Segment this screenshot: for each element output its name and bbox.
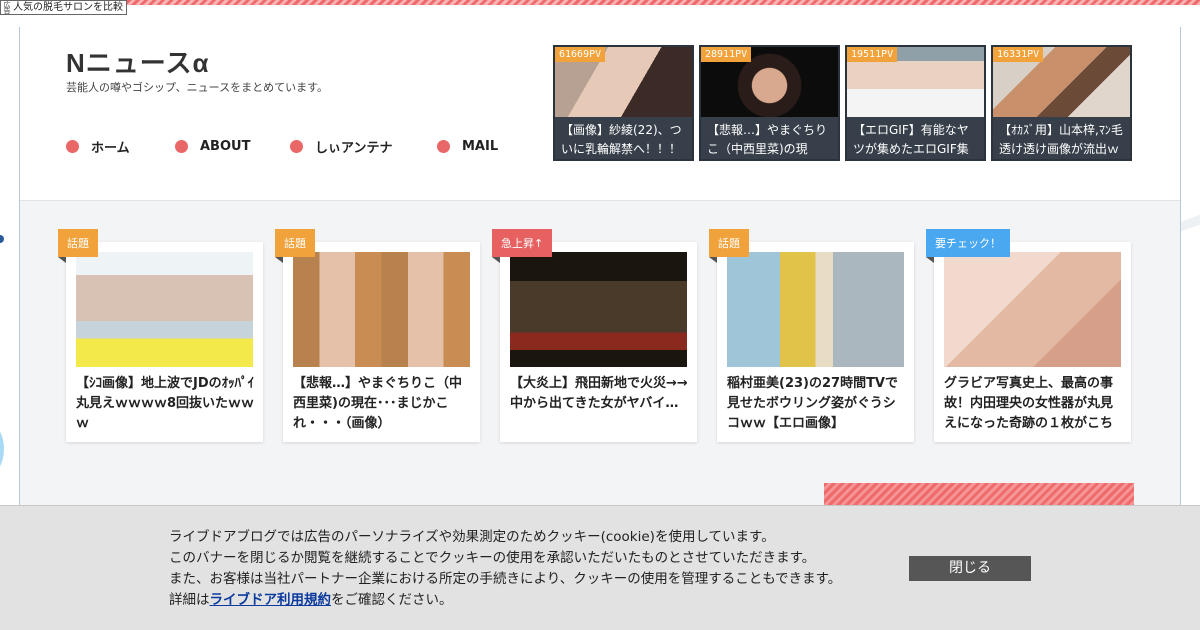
bullet-icon <box>66 140 79 153</box>
cookie-detail-prefix: 詳細は <box>169 592 210 608</box>
site-header: Nニュースα 芸能人の噂やゴシップ、ニュースをまとめています。 ホーム ABOU… <box>20 5 1180 201</box>
article-card[interactable]: 話題 【ｼｺ画像】地上波でJDのｵｯﾊﾟｲ丸見えｗｗｗｗ8回抜いたｗｗｗ <box>58 229 263 442</box>
site-title[interactable]: Nニュースα <box>66 43 209 80</box>
main-container: Nニュースα 芸能人の噂やゴシップ、ニュースをまとめています。 ホーム ABOU… <box>20 5 1180 508</box>
bullet-icon <box>437 140 450 153</box>
article-card[interactable]: 話題 稲村亜美(23)の27時間TVで見せたボウリング姿がぐうシコｗｗ【エロ画像… <box>709 229 914 442</box>
article-card[interactable]: 話題 【悲報…】やまぐちりこ（中西里菜)の現在･･･まじかこれ・・・（画像） <box>275 229 480 442</box>
article-tag: 話題 <box>709 229 749 263</box>
side-dot <box>0 235 4 243</box>
article-tag: 話題 <box>58 229 98 263</box>
bullet-icon <box>290 140 303 153</box>
left-side-ad <box>0 27 20 507</box>
popular-article-title: 【悲報…】やまぐちりこ（中西里菜)の現 <box>707 123 828 156</box>
article-thumbnail <box>944 252 1121 367</box>
article-thumbnail <box>510 252 687 367</box>
cookie-message: ライブドアブログでは広告のパーソナライズや効果測定のためクッキー(cookie)… <box>169 527 841 611</box>
cookie-banner: ライブドアブログでは広告のパーソナライズや効果測定のためクッキー(cookie)… <box>0 505 1200 630</box>
ad-banner-text: 人気の脱毛サロンを比較 <box>13 2 123 13</box>
popular-article-card[interactable]: 28911PV 【悲報…】やまぐちりこ（中西里菜)の現 <box>699 45 840 161</box>
pv-count-badge: 16331PV <box>993 47 1044 62</box>
article-title: 【ｼｺ画像】地上波でJDのｵｯﾊﾟｲ丸見えｗｗｗｗ8回抜いたｗｗｗ <box>76 376 255 431</box>
article-title: グラビア写真史上、最高の事故！内田理央の女性器が丸見えになった奇跡の１枚がこち <box>944 376 1114 431</box>
article-title: 【悲報…】やまぐちりこ（中西里菜)の現在･･･まじかこれ・・・（画像） <box>293 376 463 431</box>
cookie-line: ライブドアブログでは広告のパーソナライズや効果測定のためクッキー(cookie)… <box>169 529 775 545</box>
nav-label: ホーム <box>91 141 130 156</box>
article-tag: 要チェック！ <box>926 229 1010 263</box>
side-bubble <box>0 422 4 476</box>
popular-articles: 61669PV 【画像】紗綾(22)、ついに乳輪解禁へ！！！う 28911PV … <box>553 45 1132 161</box>
cookie-close-button[interactable]: 閉じる <box>909 556 1031 581</box>
article-title: 【大炎上】飛田新地で火災→→ 中から出てきた女がヤバイ… <box>510 376 688 411</box>
article-card[interactable]: 急上昇↑ 【大炎上】飛田新地で火災→→ 中から出てきた女がヤバイ… <box>492 229 697 442</box>
popular-article-card[interactable]: 19511PV 【エロGIF】有能なヤツが集めたエロGIF集が想 <box>845 45 986 161</box>
article-tag: 急上昇↑ <box>492 229 553 263</box>
nav-label: MAIL <box>462 139 499 154</box>
terms-link[interactable]: ライブドア利用規約 <box>210 592 332 608</box>
article-thumbnail <box>76 252 253 367</box>
popular-article-title: 【画像】紗綾(22)、ついに乳輪解禁へ！！！う <box>561 123 682 156</box>
popular-article-card[interactable]: 61669PV 【画像】紗綾(22)、ついに乳輪解禁へ！！！う <box>553 45 694 161</box>
nav-antenna[interactable]: しぃアンテナ <box>290 137 437 156</box>
right-side-ad <box>1180 27 1200 507</box>
global-nav: ホーム ABOUT しぃアンテナ MAIL <box>66 137 517 156</box>
cookie-line: また、お客様は当社パートナー企業における所定の手続きにより、クッキーの使用を管理… <box>169 571 842 587</box>
article-thumbnail <box>293 252 470 367</box>
article-thumbnail <box>727 252 904 367</box>
cookie-detail-suffix: をご確認ください。 <box>331 592 453 608</box>
popular-article-title: 【ｵｶｽﾞ用】山本梓,ﾏﾝ毛透け透け画像が流出ｗ <box>999 123 1123 156</box>
article-title: 稲村亜美(23)の27時間TVで見せたボウリング姿がぐうシコｗｗ【エロ画像】 <box>727 376 898 431</box>
cookie-line: 詳細はライブドア利用規約をご確認ください。 <box>169 590 841 611</box>
nav-mail[interactable]: MAIL <box>437 137 517 156</box>
nav-home[interactable]: ホーム <box>66 137 175 156</box>
ad-banner-link[interactable]: 広告 人気の脱毛サロンを比較 <box>0 0 127 15</box>
article-tag: 話題 <box>275 229 315 263</box>
site-description: 芸能人の噂やゴシップ、ニュースをまとめています。 <box>66 81 329 94</box>
popular-article-title: 【エロGIF】有能なヤツが集めたエロGIF集が想 <box>853 123 969 156</box>
nav-label: しぃアンテナ <box>315 141 393 156</box>
article-card[interactable]: 要チェック！ グラビア写真史上、最高の事故！内田理央の女性器が丸見えになった奇跡… <box>926 229 1131 442</box>
pv-count-badge: 28911PV <box>701 47 752 62</box>
pv-count-badge: 61669PV <box>555 47 606 62</box>
nav-about[interactable]: ABOUT <box>175 137 290 156</box>
ad-choices-icon: 広告 <box>3 0 11 15</box>
article-list: 話題 【ｼｺ画像】地上波でJDのｵｯﾊﾟｲ丸見えｗｗｗｗ8回抜いたｗｗｗ 話題 … <box>58 229 1131 442</box>
cookie-line: このバナーを閉じるか閲覧を継続することでクッキーの使用を承認いただいたものとさせ… <box>169 550 816 566</box>
pv-count-badge: 19511PV <box>847 47 898 62</box>
popular-article-card[interactable]: 16331PV 【ｵｶｽﾞ用】山本梓,ﾏﾝ毛透け透け画像が流出ｗ <box>991 45 1132 161</box>
nav-label: ABOUT <box>200 139 251 154</box>
bullet-icon <box>175 140 188 153</box>
